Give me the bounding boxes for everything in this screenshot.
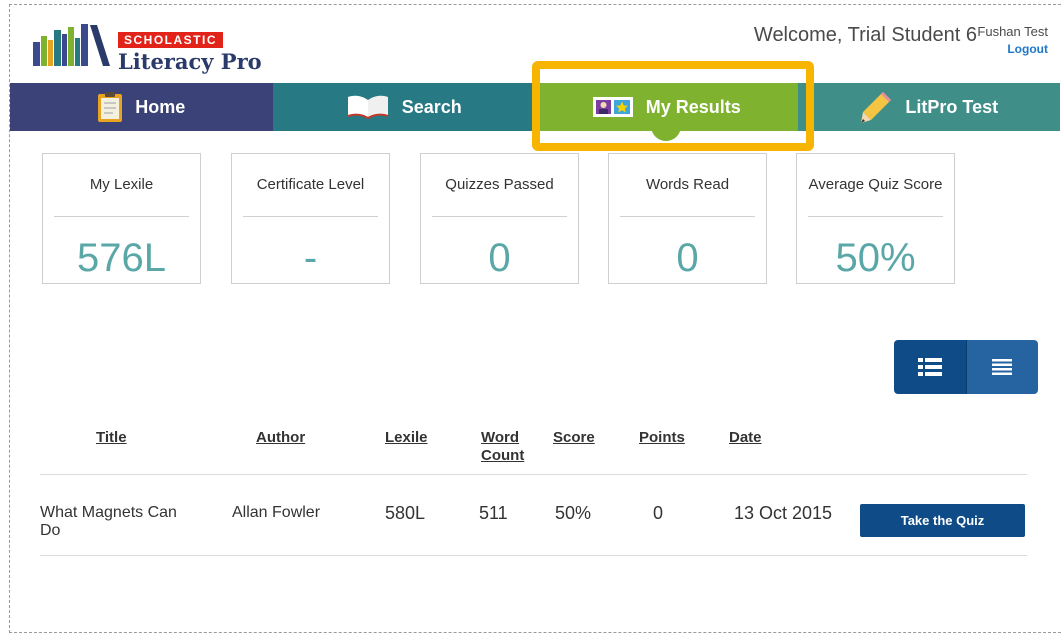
stat-card-my-lexile: My Lexile 576L (42, 153, 201, 284)
divider (243, 216, 378, 217)
column-header-author[interactable]: Author (256, 429, 305, 447)
table-divider (40, 555, 1027, 556)
table-divider (40, 474, 1027, 475)
cell-date: 13 Oct 2015 (734, 503, 833, 523)
column-header-title[interactable]: Title (96, 429, 127, 447)
user-info: Fushan Test Logout (977, 24, 1048, 56)
column-header-score[interactable]: Score (553, 429, 595, 447)
take-the-quiz-button[interactable]: Take the Quiz (860, 504, 1025, 537)
column-header-lexile[interactable]: Lexile (385, 429, 428, 447)
bulleted-list-icon (917, 358, 942, 376)
compact-list-view-button[interactable] (965, 340, 1038, 394)
divider (432, 216, 567, 217)
cell-lexile: 580L (385, 503, 426, 523)
pencil-icon (859, 90, 893, 124)
divider (620, 216, 755, 217)
stat-card-words-read: Words Read 0 (608, 153, 767, 284)
nav-search-label: Search (401, 96, 462, 117)
school-name: Fushan Test (977, 24, 1048, 39)
stat-value: 0 (676, 236, 699, 280)
cell-author: Allan Fowler (232, 504, 321, 521)
detailed-list-view-button[interactable] (894, 340, 966, 394)
divider (808, 216, 943, 217)
open-book-icon (346, 94, 390, 120)
cell-score: 50% (555, 503, 592, 523)
stat-label: Quizzes Passed (445, 176, 554, 193)
stat-label: My Lexile (89, 176, 154, 193)
stat-label: Certificate Level (256, 176, 365, 193)
stat-value: - (303, 236, 318, 280)
stat-value: 576L (77, 236, 166, 280)
brand-name: Literacy Pro (118, 49, 262, 74)
welcome-message: Welcome, Trial Student 6 (753, 24, 977, 46)
divider (54, 216, 189, 217)
highlight-box (532, 61, 814, 151)
scholastic-badge: SCHOLASTIC (118, 32, 223, 48)
view-toggle (894, 340, 1038, 394)
cell-title: What Magnets Can Do (40, 504, 177, 539)
cell-word-count: 511 (479, 503, 508, 523)
logout-link[interactable]: Logout (977, 42, 1048, 56)
nav-litpro-test[interactable]: LitPro Test (797, 83, 1060, 131)
stat-label: Words Read (645, 176, 730, 193)
nav-litpro-test-label: LitPro Test (905, 96, 999, 117)
lines-list-icon (992, 359, 1013, 375)
stat-label: Average Quiz Score (808, 176, 943, 193)
stat-value: 0 (488, 236, 511, 280)
book-spines-icon (33, 24, 110, 66)
nav-home[interactable]: Home (10, 83, 273, 131)
column-header-date[interactable]: Date (729, 429, 762, 447)
nav-home-label: Home (135, 96, 186, 117)
stat-value: 50% (835, 236, 916, 280)
stat-card-certificate-level: Certificate Level - (231, 153, 390, 284)
stat-card-quizzes-passed: Quizzes Passed 0 (420, 153, 579, 284)
clipboard-icon (97, 91, 123, 123)
column-header-word-count[interactable]: Word Count (481, 429, 531, 465)
cell-points: 0 (653, 503, 664, 523)
column-header-points[interactable]: Points (639, 429, 685, 447)
nav-search[interactable]: Search (272, 83, 535, 131)
stat-card-average-quiz-score: Average Quiz Score 50% (796, 153, 955, 284)
